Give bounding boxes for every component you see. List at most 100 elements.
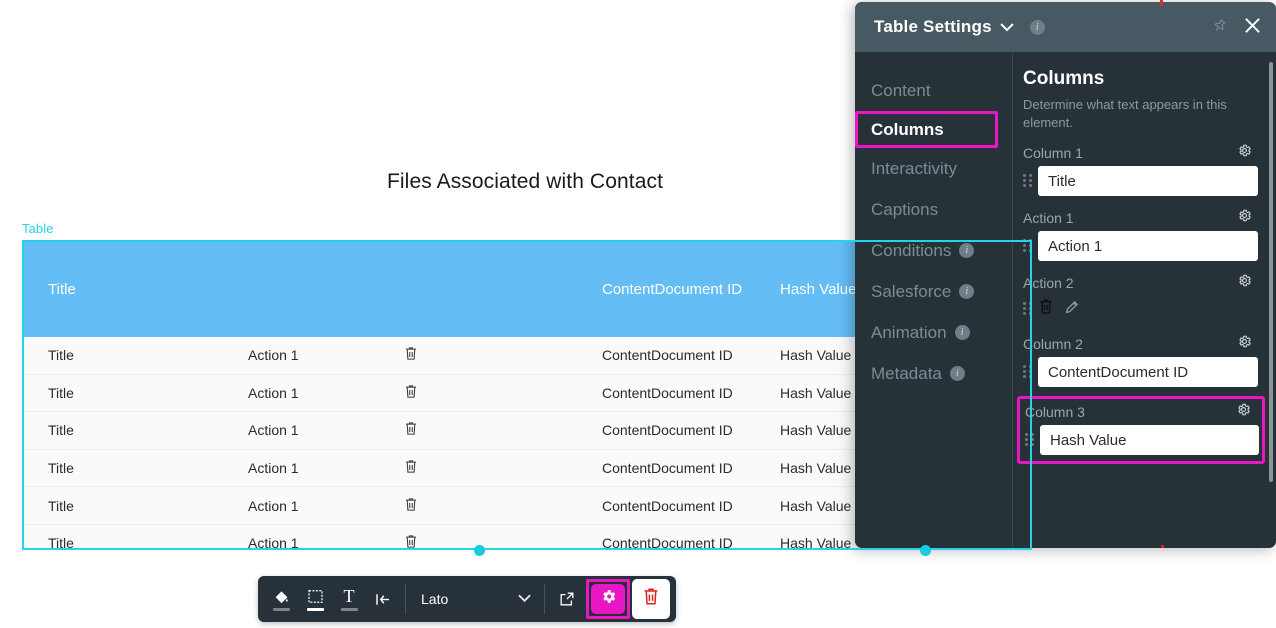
cell-action1[interactable]: Action 1 bbox=[224, 422, 380, 438]
selection-label: Table bbox=[22, 221, 54, 236]
column-field: Action 2 bbox=[1023, 273, 1258, 322]
open-external-button[interactable] bbox=[550, 580, 584, 618]
trash-icon[interactable] bbox=[404, 421, 418, 439]
panel-title-chevron-icon[interactable] bbox=[1000, 20, 1014, 35]
cell-action2[interactable] bbox=[380, 497, 578, 515]
cell-action1[interactable]: Action 1 bbox=[224, 498, 380, 514]
text-color-swatch bbox=[340, 608, 358, 611]
cell-action1[interactable]: Action 1 bbox=[224, 535, 380, 548]
table-settings-panel[interactable]: Table Settings i Content Columns Interacti… bbox=[855, 2, 1276, 548]
trash-icon[interactable] bbox=[404, 459, 418, 477]
settings-button[interactable] bbox=[591, 584, 625, 614]
border-button[interactable] bbox=[298, 580, 332, 618]
app-root: Files Associated with Contact Table Titl… bbox=[0, 0, 1276, 628]
cell-action1[interactable]: Action 1 bbox=[224, 347, 380, 363]
indent-button[interactable] bbox=[366, 580, 400, 618]
field-header: Column 2 bbox=[1023, 334, 1258, 353]
gear-icon[interactable] bbox=[1236, 402, 1251, 421]
pin-icon[interactable] bbox=[1206, 14, 1232, 41]
gear-icon[interactable] bbox=[1237, 208, 1252, 227]
trash-icon[interactable] bbox=[404, 346, 418, 364]
resize-handle-bottom[interactable] bbox=[474, 545, 485, 556]
gear-icon[interactable] bbox=[1237, 143, 1252, 162]
cell-action2[interactable] bbox=[380, 384, 578, 402]
field-header: Action 1 bbox=[1023, 208, 1258, 227]
text-color-button[interactable]: T bbox=[332, 580, 366, 618]
drag-handle-icon[interactable] bbox=[1025, 433, 1036, 447]
nav-item-animation[interactable]: Animation i bbox=[855, 312, 1012, 353]
info-icon[interactable]: i bbox=[959, 243, 975, 258]
delete-button[interactable] bbox=[642, 587, 660, 611]
trash-icon[interactable] bbox=[1038, 298, 1054, 320]
nav-item-columns[interactable]: Columns bbox=[855, 111, 998, 148]
info-icon[interactable]: i bbox=[959, 284, 975, 299]
panel-title: Table Settings bbox=[874, 17, 992, 36]
nav-item-conditions[interactable]: Conditions i bbox=[855, 230, 1012, 271]
content-heading: Columns bbox=[1023, 68, 1105, 89]
delete-button-background bbox=[632, 579, 670, 619]
element-toolbar[interactable]: T Lato bbox=[258, 576, 676, 622]
cell-action1[interactable]: Action 1 bbox=[224, 385, 380, 401]
drag-handle-icon[interactable] bbox=[1023, 302, 1034, 316]
field-label: Column 2 bbox=[1023, 335, 1083, 352]
field-header: Column 3 bbox=[1025, 402, 1257, 421]
fill-color-swatch bbox=[272, 608, 290, 611]
cell-title: Title bbox=[48, 347, 74, 364]
gear-icon[interactable] bbox=[1237, 273, 1252, 292]
panel-content: Columns Determine what text appears in t… bbox=[1013, 52, 1276, 548]
gear-icon bbox=[600, 588, 617, 610]
resize-handle-bottom-right[interactable] bbox=[920, 545, 931, 556]
field-icon-row bbox=[1038, 296, 1080, 322]
cell-contentdocument-id: ContentDocument ID bbox=[602, 497, 733, 514]
field-input[interactable] bbox=[1038, 166, 1258, 197]
trash-icon[interactable] bbox=[404, 384, 418, 402]
nav-item-interactivity[interactable]: Interactivity bbox=[855, 148, 1012, 189]
pencil-icon[interactable] bbox=[1064, 299, 1080, 320]
info-icon[interactable]: i bbox=[954, 325, 970, 340]
drag-handle-icon[interactable] bbox=[1023, 174, 1034, 188]
border-box-icon bbox=[307, 587, 324, 605]
panel-header: Table Settings i bbox=[855, 2, 1276, 52]
cell-action2[interactable] bbox=[380, 459, 578, 477]
fill-color-button[interactable] bbox=[264, 580, 298, 618]
text-color-icon: T bbox=[343, 586, 355, 606]
nav-item-label: Captions bbox=[871, 199, 939, 219]
cell-title: Title bbox=[48, 384, 74, 401]
gear-icon[interactable] bbox=[1237, 334, 1252, 353]
nav-item-captions[interactable]: Captions bbox=[855, 189, 1012, 230]
column-fields-list: Column 1 Action 1 Action 2 Column 2 Column 3 bbox=[1017, 143, 1265, 465]
panel-scrollbar[interactable] bbox=[1269, 62, 1273, 482]
field-label: Action 2 bbox=[1023, 274, 1074, 291]
indent-left-icon bbox=[374, 590, 392, 608]
panel-info-icon[interactable]: i bbox=[1029, 19, 1045, 35]
nav-item-label: Columns bbox=[871, 119, 944, 139]
close-icon[interactable] bbox=[1243, 16, 1262, 39]
nav-item-salesforce[interactable]: Salesforce i bbox=[855, 271, 1012, 312]
field-input[interactable] bbox=[1038, 357, 1258, 388]
settings-button-highlight bbox=[586, 579, 630, 619]
drag-handle-icon[interactable] bbox=[1023, 239, 1034, 253]
panel-body: Content Columns Interactivity Captions Condi… bbox=[855, 52, 1276, 548]
info-icon[interactable]: i bbox=[949, 366, 965, 381]
trash-icon[interactable] bbox=[404, 534, 418, 548]
field-row bbox=[1023, 231, 1258, 262]
trash-icon[interactable] bbox=[404, 497, 418, 515]
font-family-select[interactable]: Lato bbox=[411, 584, 539, 614]
cell-action1[interactable]: Action 1 bbox=[224, 460, 380, 476]
panel-nav[interactable]: Content Columns Interactivity Captions Condi… bbox=[855, 52, 1013, 548]
cell-action2[interactable] bbox=[380, 421, 578, 439]
external-link-icon bbox=[559, 590, 575, 608]
field-label: Column 3 bbox=[1025, 403, 1085, 420]
cell-contentdocument-id: ContentDocument ID bbox=[602, 422, 733, 439]
nav-item-content[interactable]: Content bbox=[855, 70, 1012, 111]
nav-item-metadata[interactable]: Metadata i bbox=[855, 353, 1012, 394]
table-header-contentdocument-id: ContentDocument ID bbox=[602, 280, 743, 298]
cell-action2[interactable] bbox=[380, 346, 578, 364]
field-input[interactable] bbox=[1038, 231, 1258, 262]
nav-item-label: Interactivity bbox=[871, 158, 957, 178]
nav-item-label: Content bbox=[871, 80, 931, 100]
drag-handle-icon[interactable] bbox=[1023, 365, 1034, 379]
field-input[interactable] bbox=[1040, 425, 1259, 456]
field-label: Action 1 bbox=[1023, 209, 1074, 226]
cell-contentdocument-id: ContentDocument ID bbox=[602, 384, 733, 401]
